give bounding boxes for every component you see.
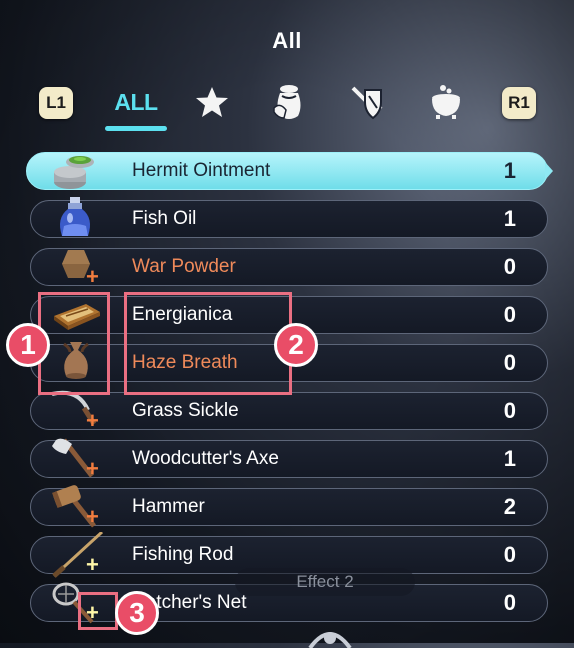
row-background	[30, 392, 548, 430]
pouch-icon	[273, 85, 301, 119]
item-name: Grass Sickle	[132, 400, 239, 421]
callout-box-names	[124, 292, 292, 395]
item-name: Fish Oil	[132, 208, 197, 229]
tab-equipment[interactable]	[345, 80, 389, 124]
item-quantity: 1	[503, 446, 516, 471]
item-quantity: 0	[503, 350, 516, 375]
list-item[interactable]: + Grass Sickle 0	[22, 388, 552, 436]
list-item[interactable]: Hermit Ointment 1	[22, 148, 553, 196]
tab-all-underline	[105, 126, 167, 131]
tab-consumables[interactable]	[267, 80, 311, 124]
ointment-jar-icon	[54, 156, 94, 189]
item-name: Hermit Ointment	[132, 160, 271, 181]
cauldron-icon	[432, 85, 460, 119]
item-quantity: 0	[503, 398, 516, 423]
craft-plus-icon: +	[86, 264, 99, 289]
craft-plus-icon: +	[86, 552, 99, 577]
l1-button[interactable]: L1	[39, 87, 73, 119]
callout-box-plus	[78, 592, 118, 630]
row-background	[26, 152, 553, 190]
item-quantity: 0	[503, 542, 516, 567]
craft-plus-icon: +	[86, 504, 99, 529]
callout-number-1: 1	[6, 323, 50, 367]
row-background	[30, 200, 548, 238]
sword-shield-icon	[351, 86, 383, 120]
list-item[interactable]: + Hammer 2	[22, 484, 552, 532]
callout-number-3: 3	[115, 591, 159, 635]
item-quantity: 1	[503, 158, 516, 183]
list-item[interactable]: + War Powder 0	[22, 244, 552, 292]
list-item[interactable]: Fish Oil 1	[22, 196, 552, 244]
item-name: Fishing Rod	[132, 544, 234, 565]
item-quantity: 0	[503, 302, 516, 327]
craft-plus-icon: +	[86, 408, 99, 433]
potion-bottle-icon	[60, 197, 90, 236]
callout-number-2: 2	[274, 323, 318, 367]
item-quantity: 1	[503, 206, 516, 231]
item-quantity: 0	[503, 254, 516, 279]
row-background	[30, 440, 548, 478]
item-quantity: 2	[503, 494, 516, 519]
category-tab-bar: L1 ALL R1	[35, 80, 545, 131]
tab-favorites[interactable]	[190, 80, 234, 124]
tab-materials[interactable]	[424, 80, 468, 124]
star-icon	[196, 87, 228, 117]
effect-label: Effect 2	[235, 568, 415, 596]
list-item[interactable]: + Woodcutter's Axe 1	[22, 436, 552, 484]
item-quantity: 0	[503, 590, 516, 615]
tab-all[interactable]: ALL	[107, 80, 165, 124]
page-title: All	[272, 28, 302, 53]
bottom-ornament-icon	[308, 632, 352, 648]
row-background	[30, 248, 548, 286]
item-name: Hammer	[132, 496, 205, 517]
item-name: Woodcutter's Axe	[132, 448, 279, 469]
r1-button[interactable]: R1	[502, 87, 536, 119]
craft-plus-icon: +	[86, 456, 99, 481]
row-background	[30, 488, 548, 526]
item-name: War Powder	[132, 256, 236, 277]
